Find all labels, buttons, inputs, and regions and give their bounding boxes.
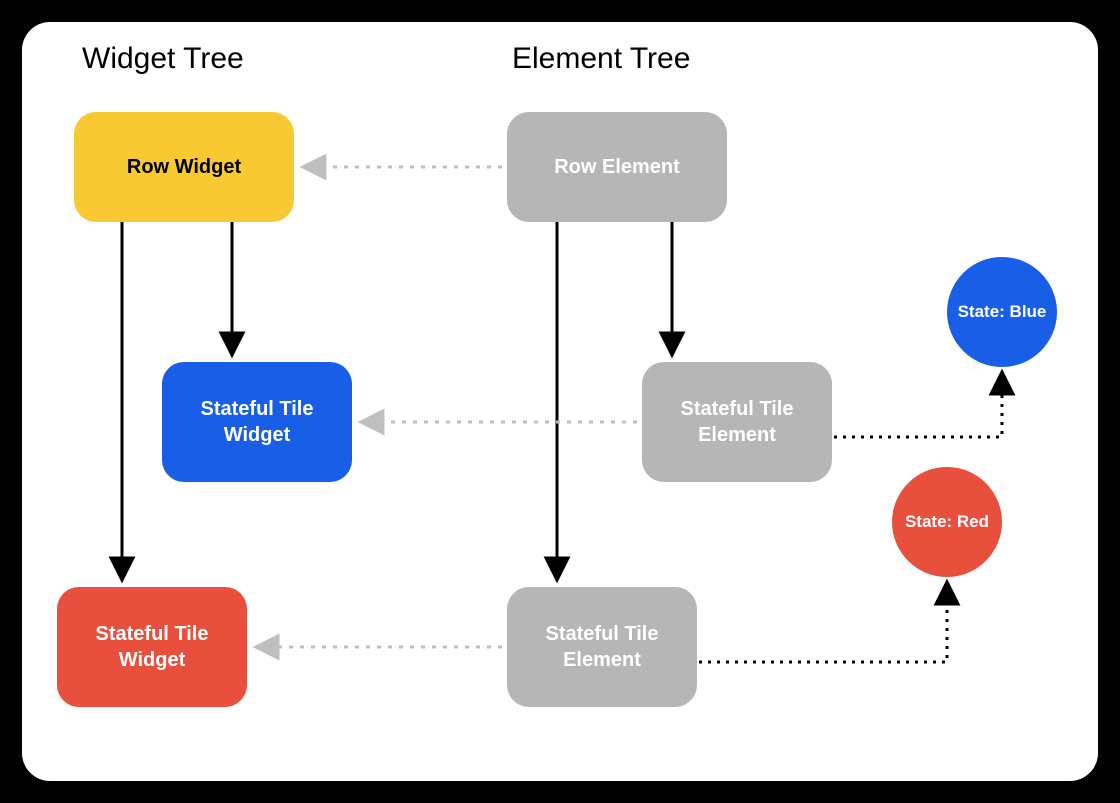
row-element-node: Row Element [507, 112, 727, 222]
stateful-tile-widget-red-node: Stateful Tile Widget [57, 587, 247, 707]
row-widget-node: Row Widget [74, 112, 294, 222]
row-element-label: Row Element [554, 154, 680, 180]
state-red-circle: State: Red [892, 467, 1002, 577]
diagram-canvas: Widget Tree Element Tree Row Widget Stat… [22, 22, 1098, 781]
link-tile-element-1-to-state-blue [834, 374, 1002, 437]
link-tile-element-2-to-state-red [699, 584, 947, 662]
stateful-tile-element-2-label: Stateful Tile Element [515, 621, 689, 673]
stateful-tile-element-2-node: Stateful Tile Element [507, 587, 697, 707]
row-widget-label: Row Widget [127, 154, 241, 180]
element-tree-heading: Element Tree [512, 42, 690, 76]
stateful-tile-widget-blue-node: Stateful Tile Widget [162, 362, 352, 482]
stateful-tile-widget-red-label: Stateful Tile Widget [65, 621, 239, 673]
state-red-label: State: Red [905, 511, 989, 532]
stateful-tile-element-1-label: Stateful Tile Element [650, 396, 824, 448]
state-blue-label: State: Blue [958, 301, 1047, 322]
stateful-tile-widget-blue-label: Stateful Tile Widget [170, 396, 344, 448]
stateful-tile-element-1-node: Stateful Tile Element [642, 362, 832, 482]
widget-tree-heading: Widget Tree [82, 42, 244, 76]
state-blue-circle: State: Blue [947, 257, 1057, 367]
